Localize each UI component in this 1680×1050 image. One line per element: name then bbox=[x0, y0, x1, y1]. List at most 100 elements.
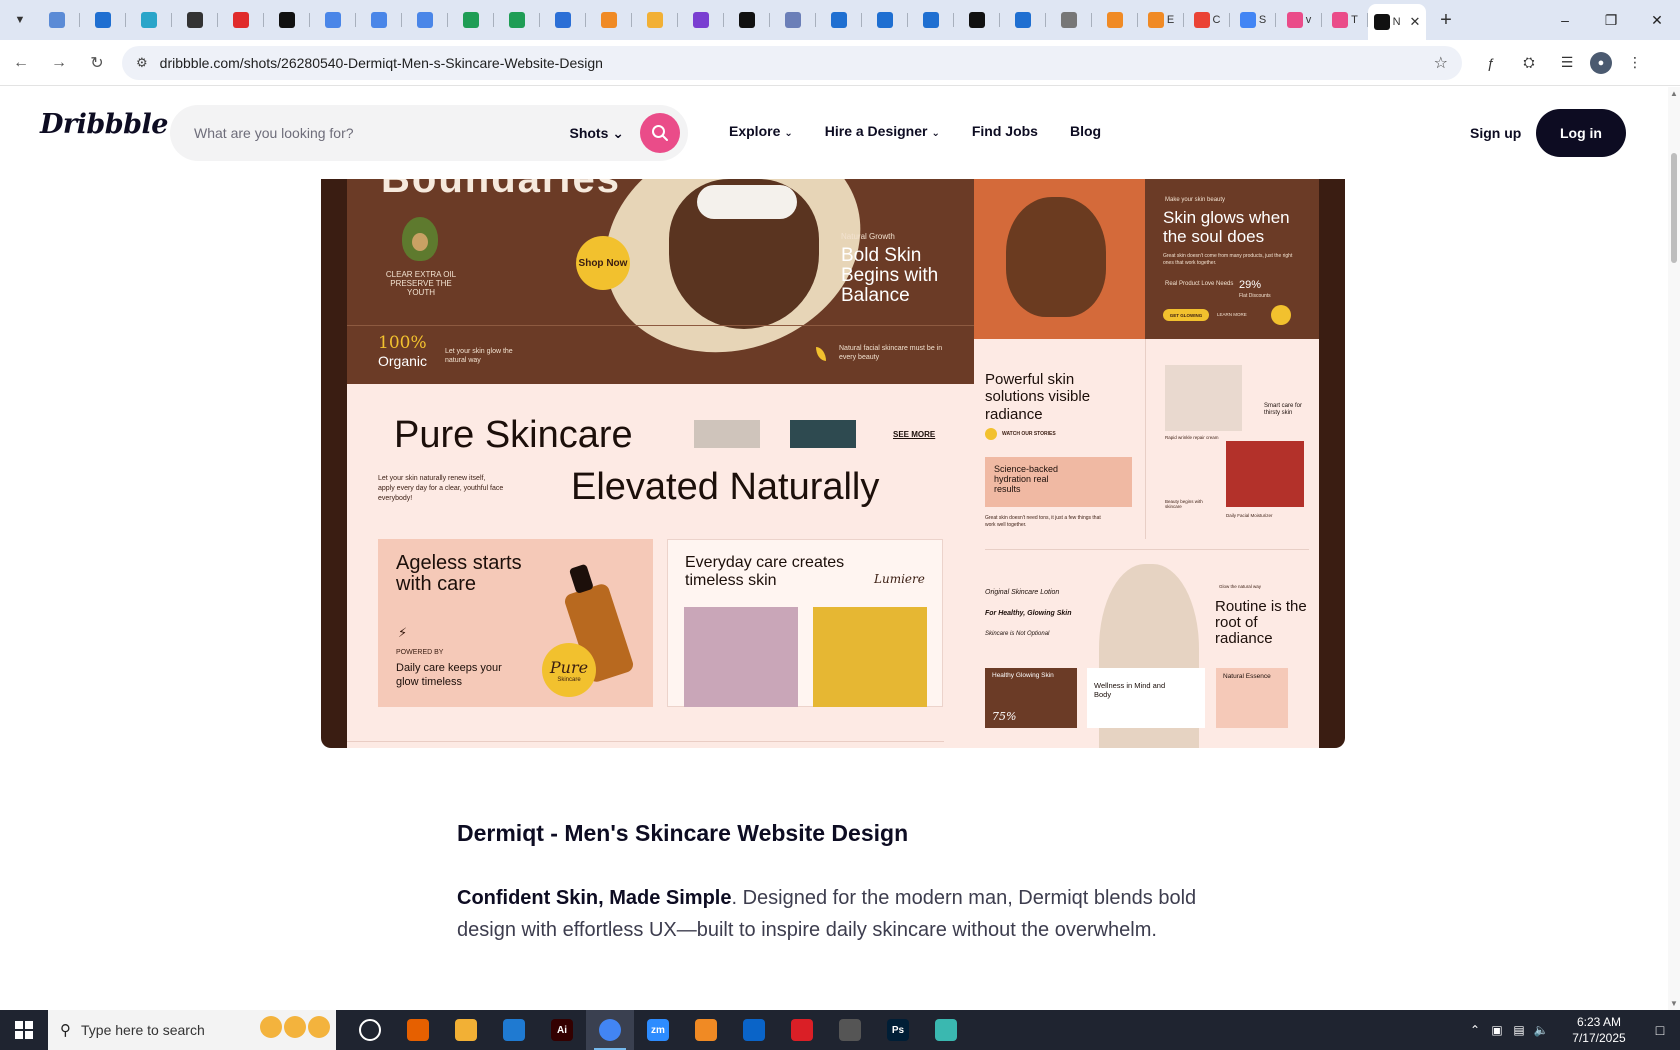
preview-wellness-text: Wellness in Mind and Body bbox=[1094, 681, 1166, 699]
preview-for-healthy: For Healthy, Glowing Skin bbox=[985, 610, 1072, 617]
nav-blog[interactable]: Blog bbox=[1070, 123, 1101, 139]
nav-find-jobs[interactable]: Find Jobs bbox=[972, 123, 1038, 139]
tab[interactable]: v bbox=[1276, 4, 1322, 36]
tab[interactable] bbox=[586, 4, 632, 36]
tab[interactable] bbox=[724, 4, 770, 36]
tab[interactable]: E bbox=[1138, 4, 1184, 36]
nav-explore[interactable]: Explore ⌄ bbox=[729, 123, 793, 139]
scroll-down-arrow-icon[interactable]: ▼ bbox=[1670, 999, 1678, 1008]
new-tab-button[interactable]: + bbox=[1430, 4, 1462, 36]
sign-up-link[interactable]: Sign up bbox=[1470, 125, 1521, 141]
taskbar-app-photoshop[interactable]: Ps bbox=[874, 1010, 922, 1050]
tab[interactable] bbox=[770, 4, 816, 36]
taskbar-app-creative-cloud[interactable] bbox=[778, 1010, 826, 1050]
start-button[interactable] bbox=[0, 1010, 48, 1050]
tab[interactable]: T bbox=[1322, 4, 1368, 36]
tab-active[interactable]: N ✕ bbox=[1368, 4, 1426, 40]
tab[interactable]: S bbox=[1230, 4, 1276, 36]
network-icon[interactable]: ▤ bbox=[1508, 1023, 1530, 1037]
tab[interactable] bbox=[34, 4, 80, 36]
tray-app-icon[interactable]: ▣ bbox=[1486, 1023, 1508, 1037]
taskbar-app-postman[interactable] bbox=[682, 1010, 730, 1050]
tab[interactable] bbox=[1092, 4, 1138, 36]
preview-great-skin-text: Great skin doesn't need tons, it just a … bbox=[985, 515, 1101, 528]
reload-button[interactable]: ↻ bbox=[80, 46, 114, 80]
preview-divider bbox=[347, 325, 974, 326]
avocado-illustration bbox=[402, 217, 438, 261]
media-control-icon[interactable]: ☰ bbox=[1552, 48, 1582, 78]
tab[interactable] bbox=[356, 4, 402, 36]
tab[interactable] bbox=[908, 4, 954, 36]
bookmark-star-icon[interactable]: ☆ bbox=[1434, 53, 1448, 73]
shot-image[interactable]: Boundaries CLEAR EXTRA OIL PRESERVE THE … bbox=[321, 179, 1345, 748]
search-bar[interactable]: What are you looking for? Shots ⌄ bbox=[170, 105, 688, 161]
tab[interactable]: C bbox=[1184, 4, 1230, 36]
log-in-button[interactable]: Log in bbox=[1536, 109, 1626, 157]
volume-icon[interactable]: 🔈 bbox=[1530, 1023, 1552, 1037]
close-tab-icon[interactable]: ✕ bbox=[1410, 14, 1421, 30]
preview-avocado-text: CLEAR EXTRA OIL PRESERVE THE YOUTH bbox=[385, 270, 457, 297]
scroll-up-arrow-icon[interactable]: ▲ bbox=[1670, 89, 1678, 98]
tab[interactable] bbox=[264, 4, 310, 36]
tab[interactable] bbox=[954, 4, 1000, 36]
tab[interactable] bbox=[494, 4, 540, 36]
address-bar[interactable]: ⚙ dribbble.com/shots/26280540-Dermiqt-Me… bbox=[122, 45, 1462, 80]
app-extra-icon bbox=[935, 1019, 957, 1041]
tab[interactable] bbox=[540, 4, 586, 36]
site-settings-icon[interactable]: ⚙ bbox=[136, 55, 148, 71]
tab[interactable] bbox=[632, 4, 678, 36]
tab[interactable] bbox=[862, 4, 908, 36]
taskbar-app-pen-tool[interactable] bbox=[826, 1010, 874, 1050]
back-button[interactable]: ← bbox=[4, 46, 38, 80]
taskbar-app-chrome[interactable] bbox=[586, 1010, 634, 1050]
preview-hero-section: Boundaries CLEAR EXTRA OIL PRESERVE THE … bbox=[347, 179, 974, 384]
notification-icon[interactable]: □ bbox=[1640, 1022, 1680, 1038]
puzzle-icon[interactable]: ⛭ bbox=[1514, 48, 1544, 78]
browser-tab-strip: ▼ E C Sv T N ✕ + – ❐ ✕ bbox=[0, 0, 1680, 40]
search-scope-dropdown[interactable]: Shots ⌄ bbox=[569, 125, 624, 142]
tab[interactable] bbox=[218, 4, 264, 36]
tab[interactable] bbox=[310, 4, 356, 36]
tab-search-button[interactable]: ▼ bbox=[6, 6, 34, 34]
taskbar-app-vscode[interactable] bbox=[490, 1010, 538, 1050]
menu-dots-icon[interactable]: ⋮ bbox=[1620, 48, 1650, 78]
taskbar-app-outlook[interactable] bbox=[730, 1010, 778, 1050]
emoji-icon bbox=[284, 1016, 306, 1038]
nav-hire-designer[interactable]: Hire a Designer ⌄ bbox=[825, 123, 940, 139]
tab[interactable] bbox=[172, 4, 218, 36]
restore-button[interactable]: ❐ bbox=[1588, 0, 1634, 40]
taskbar-clock[interactable]: 6:23 AM 7/17/2025 bbox=[1558, 1014, 1640, 1046]
tab[interactable] bbox=[80, 4, 126, 36]
tab-favicon-icon bbox=[325, 12, 341, 28]
page-scrollbar[interactable]: ▲ ▼ bbox=[1668, 87, 1680, 1010]
scrollbar-thumb[interactable] bbox=[1671, 153, 1677, 263]
tab[interactable] bbox=[1000, 4, 1046, 36]
preview-glow-text: Let your skin glow the natural way bbox=[445, 348, 513, 365]
taskbar-app-zoom[interactable]: zm bbox=[634, 1010, 682, 1050]
taskbar-app-file-explorer[interactable] bbox=[442, 1010, 490, 1050]
tab[interactable] bbox=[402, 4, 448, 36]
tab[interactable] bbox=[678, 4, 724, 36]
search-input[interactable]: What are you looking for? bbox=[194, 125, 354, 141]
tab[interactable] bbox=[816, 4, 862, 36]
taskbar-app-task-view[interactable] bbox=[346, 1010, 394, 1050]
preview-man-red-photo bbox=[1226, 441, 1304, 507]
tray-chevron-up-icon[interactable]: ⌃ bbox=[1464, 1023, 1486, 1037]
tab[interactable] bbox=[1046, 4, 1092, 36]
taskbar-app-illustrator[interactable]: Ai bbox=[538, 1010, 586, 1050]
taskbar-search-input[interactable]: Type here to search bbox=[81, 1022, 205, 1038]
tab[interactable] bbox=[126, 4, 172, 36]
taskbar-app-firefox[interactable] bbox=[394, 1010, 442, 1050]
tab-favicon-icon bbox=[923, 12, 939, 28]
taskbar-search[interactable]: ⚲ Type here to search bbox=[48, 1010, 336, 1050]
tab[interactable] bbox=[448, 4, 494, 36]
minimize-button[interactable]: – bbox=[1542, 0, 1588, 40]
url-text[interactable]: dribbble.com/shots/26280540-Dermiqt-Men-… bbox=[160, 55, 603, 71]
dribbble-logo[interactable]: Dribbble bbox=[40, 109, 168, 140]
profile-avatar[interactable]: ● bbox=[1590, 51, 1612, 74]
forward-button[interactable]: → bbox=[42, 46, 76, 80]
search-button[interactable] bbox=[640, 113, 680, 153]
taskbar-app-app-extra[interactable] bbox=[922, 1010, 970, 1050]
close-window-button[interactable]: ✕ bbox=[1634, 0, 1680, 40]
extension-icon[interactable]: ƒ bbox=[1476, 48, 1506, 78]
